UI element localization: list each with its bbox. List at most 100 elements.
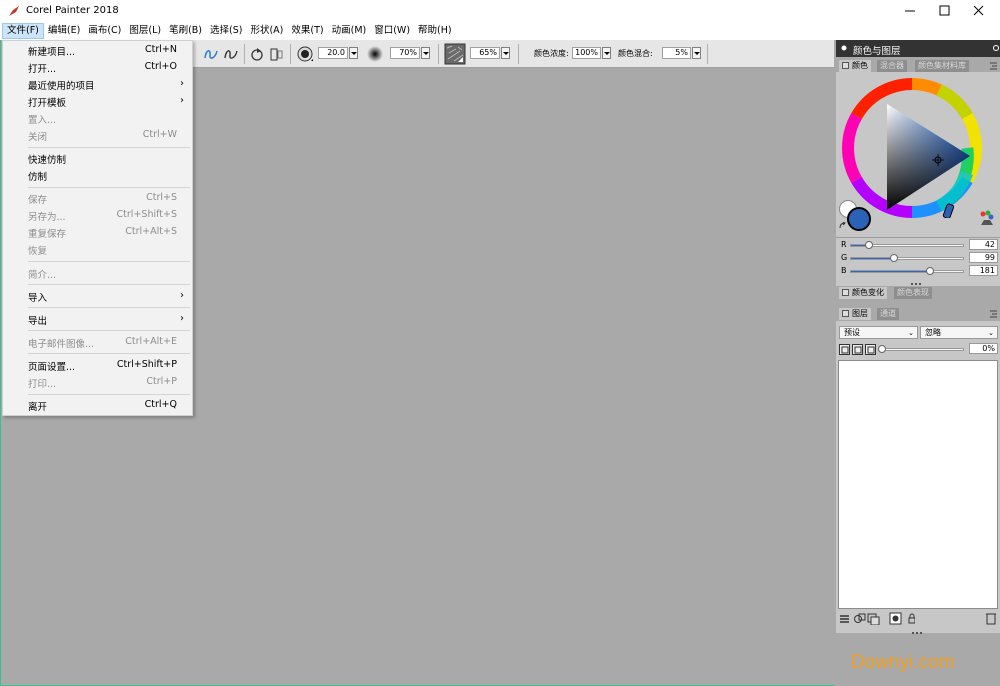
blue-value-field[interactable]: 181 <box>969 265 998 276</box>
resat-dropdown[interactable] <box>602 47 611 59</box>
menu-help[interactable]: 帮助(H) <box>414 23 456 39</box>
brush-size-dropdown[interactable] <box>349 47 358 59</box>
menu-item-label: 导出 <box>28 316 48 327</box>
menu-item-import[interactable]: 导入 › <box>3 288 192 305</box>
close-button[interactable] <box>961 0 995 22</box>
file-menu-dropdown: 新建项目... Ctrl+N 打开... Ctrl+O 最近使用的项目 › 打开… <box>2 40 193 416</box>
color-picker-icon[interactable] <box>978 209 996 227</box>
menu-item-label: 置入... <box>28 115 57 126</box>
menu-item-email-image[interactable]: 电子邮件图像... Ctrl+Alt+E <box>3 334 192 351</box>
red-knob[interactable] <box>865 241 873 249</box>
layer-lock-icons[interactable] <box>839 344 877 355</box>
menu-item-open-template[interactable]: 打开模板 › <box>3 93 192 110</box>
tab-options-icon[interactable] <box>989 61 998 70</box>
green-value-field[interactable]: 99 <box>969 252 998 263</box>
panel-resize-grip[interactable] <box>912 627 926 634</box>
menu-effects[interactable]: 效果(T) <box>287 23 327 39</box>
menu-shapes[interactable]: 形状(A) <box>246 23 287 39</box>
tab-checkbox-icon <box>842 289 849 296</box>
brush-ghost-icon[interactable] <box>268 45 286 63</box>
menu-item-label: 关闭 <box>28 132 48 143</box>
grain-field[interactable]: 65% <box>470 47 500 59</box>
minimize-button[interactable] <box>893 0 927 22</box>
menu-item-iterative-save[interactable]: 重复保存 Ctrl+Alt+S <box>3 224 192 241</box>
menu-item-recent[interactable]: 最近使用的项目 › <box>3 76 192 93</box>
blue-slider[interactable]: B 181 <box>840 265 998 278</box>
bleed-field[interactable]: 5% <box>662 47 691 59</box>
green-track[interactable] <box>850 254 964 262</box>
bleed-dropdown[interactable] <box>692 47 701 59</box>
opacity-dropdown[interactable] <box>421 47 430 59</box>
menu-canvas[interactable]: 画布(C) <box>84 23 125 39</box>
layer-actions-toolbar[interactable] <box>839 612 915 625</box>
menu-item-quick-clone[interactable]: 快速仿制 <box>3 150 192 167</box>
resat-field[interactable]: 100% <box>572 47 601 59</box>
swap-colors-icon[interactable] <box>839 222 848 231</box>
green-knob[interactable] <box>890 254 898 262</box>
menu-item-print[interactable]: 打印... Ctrl+P <box>3 374 192 391</box>
grain-icon[interactable] <box>444 43 466 65</box>
stroke-straight-icon[interactable] <box>222 45 240 63</box>
main-color-swatch[interactable] <box>847 207 871 231</box>
layers-options-icon[interactable] <box>989 309 998 318</box>
menu-brushes[interactable]: 笔刷(B) <box>165 23 206 39</box>
menu-item-new[interactable]: 新建项目... Ctrl+N <box>3 42 192 59</box>
menu-movie[interactable]: 动画(M) <box>328 23 371 39</box>
menu-layers[interactable]: 图层(L) <box>125 23 165 39</box>
tab-mixer[interactable]: 混合器 <box>877 60 907 72</box>
tab-color[interactable]: 颜色 <box>839 60 871 72</box>
color-layers-panel-header[interactable]: 颜色与图层 <box>836 40 1000 57</box>
tab-layers[interactable]: 图层 <box>839 308 871 320</box>
composite-method-select[interactable]: 忽略 ⌄ <box>920 326 998 339</box>
panel-resize-grip[interactable] <box>911 278 925 285</box>
maximize-button[interactable] <box>927 0 961 22</box>
grain-dropdown[interactable] <box>501 47 510 59</box>
menu-item-page-setup[interactable]: 页面设置... Ctrl+Shift+P <box>3 357 192 374</box>
reset-tool-icon[interactable] <box>248 45 266 63</box>
blue-track[interactable] <box>850 267 964 275</box>
preset-select[interactable]: 预设 ⌄ <box>839 326 918 339</box>
menu-item-open[interactable]: 打开... Ctrl+O <box>3 59 192 76</box>
window-title: Corel Painter 2018 <box>26 5 119 16</box>
close-icon <box>973 5 984 16</box>
menu-separator <box>28 307 190 308</box>
color-tabs-bar: 颜色 混合器 颜色集材料库 <box>836 57 1000 72</box>
red-slider[interactable]: R 42 <box>840 239 998 252</box>
layer-opacity-knob[interactable] <box>878 345 886 353</box>
red-value-field[interactable]: 42 <box>969 239 998 250</box>
menu-window[interactable]: 窗口(W) <box>370 23 414 39</box>
menu-select[interactable]: 选择(S) <box>206 23 246 39</box>
layer-opacity-field[interactable]: 0% <box>969 343 998 354</box>
color-wheel[interactable] <box>842 78 982 218</box>
stroke-freehand-icon[interactable] <box>202 45 220 63</box>
menu-item-revert[interactable]: 恢复 <box>3 241 192 258</box>
opacity-icon[interactable] <box>366 45 384 63</box>
menu-edit[interactable]: 编辑(E) <box>44 23 84 39</box>
menu-separator <box>28 261 190 262</box>
title-bar: Corel Painter 2018 <box>0 0 1000 22</box>
layers-list[interactable] <box>838 360 998 609</box>
menu-item-close[interactable]: 关闭 Ctrl+W <box>3 127 192 144</box>
menu-item-quit[interactable]: 离开 Ctrl+Q <box>3 397 192 414</box>
tab-color-sets[interactable]: 颜色集材料库 <box>915 60 969 72</box>
menu-item-save[interactable]: 保存 Ctrl+S <box>3 190 192 207</box>
trash-icon[interactable] <box>986 612 997 625</box>
menu-item-export[interactable]: 导出 › <box>3 311 192 328</box>
red-track[interactable] <box>850 241 964 249</box>
layers-panel-body: 预设 ⌄ 忽略 ⌄ 0% <box>836 321 1000 634</box>
green-slider[interactable]: G 99 <box>840 252 998 265</box>
menu-item-place[interactable]: 置入... <box>3 110 192 127</box>
brush-size-field[interactable]: 20.0 <box>318 47 348 59</box>
opacity-field[interactable]: 70% <box>390 47 420 59</box>
layer-opacity-track[interactable] <box>878 345 964 353</box>
menu-item-get-info[interactable]: 简介... <box>3 265 192 282</box>
tab-color-expression[interactable]: 颜色表现 <box>894 287 932 299</box>
menu-item-save-as[interactable]: 另存为... Ctrl+Shift+S <box>3 207 192 224</box>
tab-channels[interactable]: 通道 <box>877 308 899 320</box>
menu-item-clone[interactable]: 仿制 <box>3 167 192 184</box>
panel-menu-icon[interactable] <box>992 44 1000 52</box>
blue-knob[interactable] <box>926 267 934 275</box>
brush-size-icon[interactable] <box>296 45 314 63</box>
tab-color-variability[interactable]: 颜色变化 <box>839 287 887 299</box>
menu-file[interactable]: 文件(F) <box>2 23 44 39</box>
